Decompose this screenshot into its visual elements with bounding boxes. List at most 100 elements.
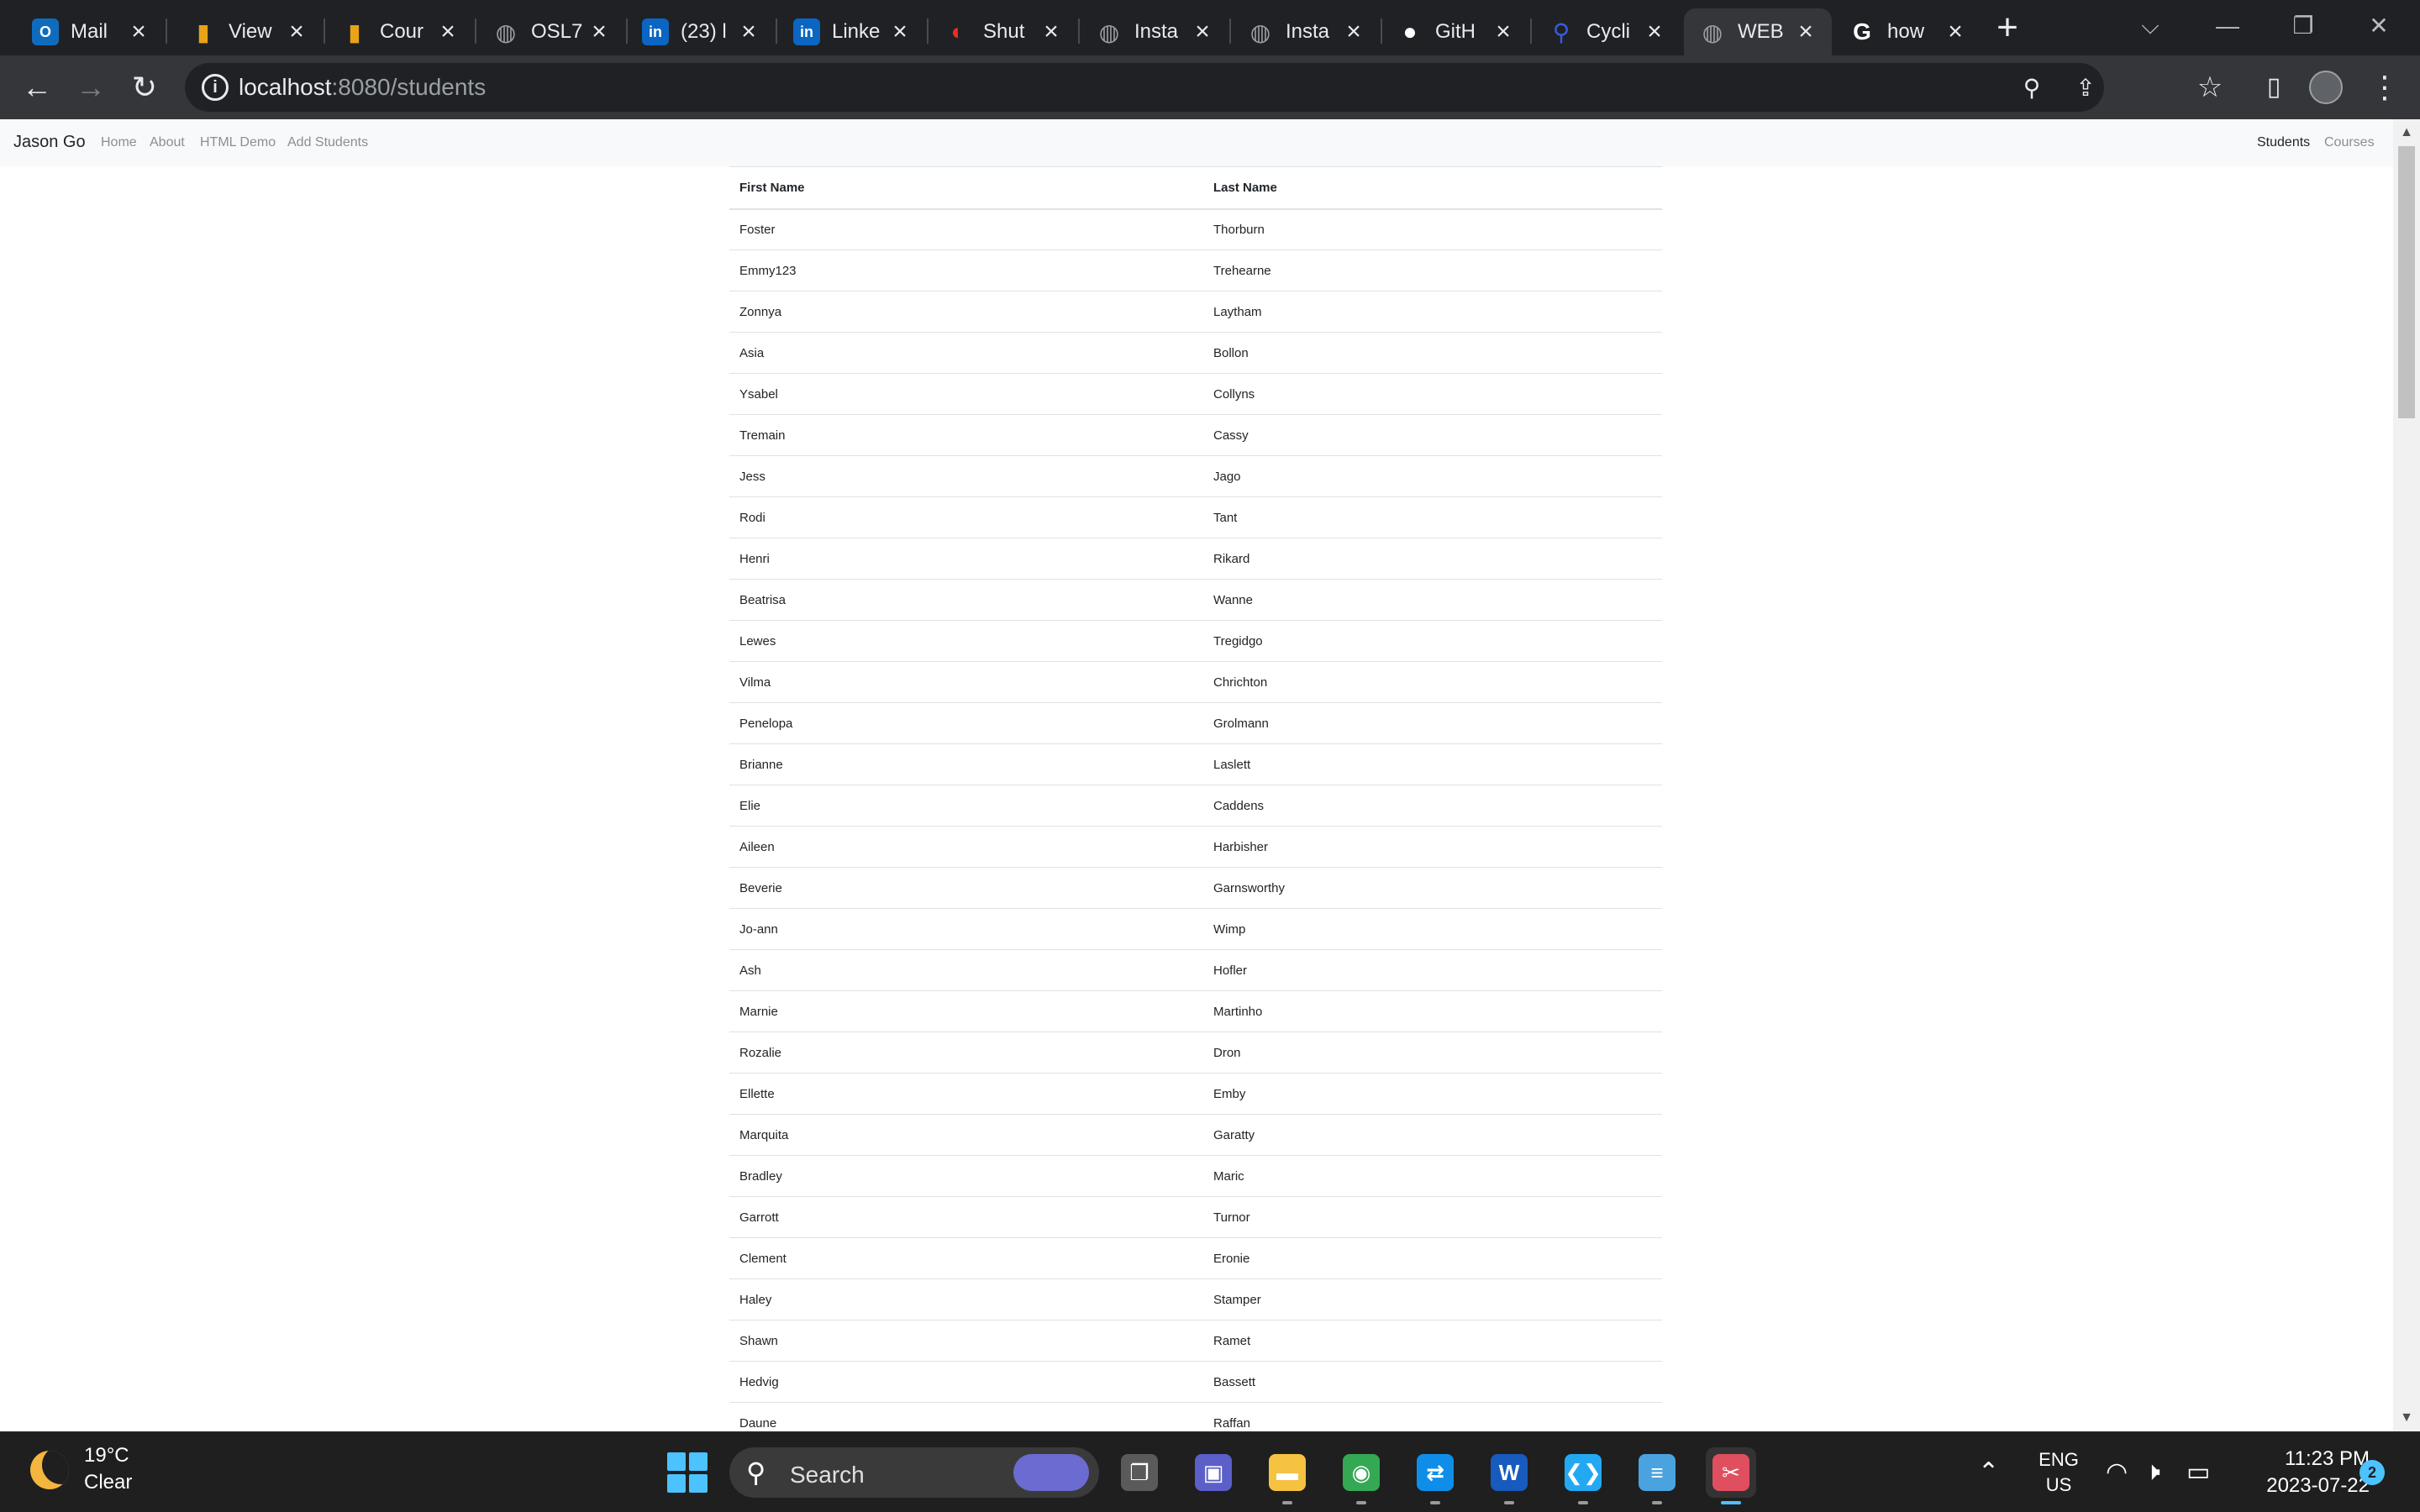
browser-tab[interactable]: in Linke × — [778, 8, 926, 55]
task-view-icon: ❐ — [1121, 1454, 1158, 1491]
table-row: Garrott Turnor — [729, 1196, 1662, 1238]
tab-separator — [166, 18, 167, 44]
address-bar[interactable]: i localhost:8080/students ⚲ ⇪ — [185, 63, 2104, 112]
clock-date: 2023-07-22 — [2266, 1474, 2370, 1497]
site-info-icon[interactable]: i — [202, 74, 229, 101]
chrome-taskbar-button[interactable]: ◉ — [1336, 1447, 1386, 1504]
close-tab-icon[interactable]: × — [284, 19, 309, 45]
url-text[interactable]: localhost:8080/students — [239, 74, 486, 101]
notification-count-badge[interactable]: 2 — [2360, 1460, 2385, 1485]
close-tab-icon[interactable]: × — [1943, 19, 1968, 45]
teams-chat-taskbar-button[interactable]: ▣ — [1188, 1447, 1239, 1498]
profile-avatar[interactable] — [2309, 71, 2343, 104]
zoom-icon[interactable]: ⚲ — [2018, 75, 2045, 102]
browser-tab[interactable]: O Mail × — [17, 8, 165, 55]
scroll-down-arrow-icon[interactable]: ▼ — [2393, 1406, 2420, 1430]
first-name-cell: Beverie — [729, 867, 1203, 909]
taskbar-clock[interactable]: 11:23 PM 2023-07-22 — [2227, 1446, 2370, 1499]
weather-condition[interactable]: Clear — [84, 1471, 132, 1494]
url-path: :8080/students — [331, 74, 487, 100]
last-name-cell: Garatty — [1203, 1114, 1662, 1156]
browser-tab[interactable]: Ghow × — [1833, 8, 1981, 55]
linkedin-icon: in — [642, 18, 669, 45]
browser-tab[interactable]: ◐ Shut × — [929, 8, 1077, 55]
close-tab-icon[interactable]: × — [736, 19, 761, 45]
first-name-cell: Jess — [729, 455, 1203, 497]
globe-icon: ◍ — [1098, 18, 1120, 45]
browser-tab[interactable]: ● GitH × — [1381, 8, 1529, 55]
reload-icon[interactable]: ↻ — [123, 66, 166, 109]
language-indicator[interactable]: ENG US — [2037, 1447, 2081, 1498]
close-tab-icon[interactable]: × — [587, 19, 612, 45]
close-tab-icon[interactable]: × — [1793, 19, 1818, 45]
snipping-tool-taskbar-button[interactable]: ✂ — [1706, 1447, 1756, 1504]
nav-link-about[interactable]: About — [150, 135, 185, 150]
browser-tab[interactable]: ⚲ Cycli × — [1533, 8, 1681, 55]
back-arrow-icon[interactable]: ← — [15, 66, 59, 109]
file-explorer-taskbar-button[interactable]: ▬ — [1262, 1447, 1313, 1504]
battery-icon[interactable]: ▭ — [2186, 1457, 2210, 1488]
tab-separator — [927, 18, 929, 44]
scroll-up-arrow-icon[interactable]: ▲ — [2393, 121, 2420, 144]
table-row: Asia Bollon — [729, 332, 1662, 374]
browser-tab[interactable]: ◍ WEB × — [1684, 8, 1832, 55]
notepad-taskbar-button[interactable]: ≡ — [1632, 1447, 1682, 1504]
close-tab-icon[interactable]: × — [126, 19, 151, 45]
word-taskbar-button[interactable]: W — [1484, 1447, 1534, 1504]
google-icon: G — [1853, 18, 1871, 45]
windows-start-icon[interactable] — [667, 1452, 708, 1493]
forward-arrow-icon[interactable]: → — [69, 66, 113, 109]
first-name-cell: Garrott — [729, 1196, 1203, 1238]
nav-link-html-demo[interactable]: HTML Demo — [200, 135, 276, 150]
close-window-button[interactable]: ✕ — [2341, 0, 2417, 52]
browser-tab[interactable]: in (23) l × — [627, 8, 775, 55]
minimize-window-button[interactable]: — — [2190, 0, 2265, 52]
close-tab-icon[interactable]: × — [1642, 19, 1667, 45]
browser-tab[interactable]: ◍ OSL7 × — [477, 8, 625, 55]
browser-tab[interactable]: ▮ View × — [175, 8, 323, 55]
tab-separator — [776, 18, 777, 44]
tab-separator — [1078, 18, 1080, 44]
tab-search-chevron-icon[interactable]: ⌵ — [2112, 0, 2188, 52]
running-indicator — [1282, 1501, 1292, 1504]
last-name-cell: Raffan — [1203, 1402, 1662, 1431]
close-tab-icon[interactable]: × — [1039, 19, 1064, 45]
nav-link-students[interactable]: Students — [2257, 135, 2310, 150]
bookmark-star-icon[interactable]: ☆ — [2188, 66, 2232, 109]
browser-tab[interactable]: ▮ Cour × — [326, 8, 474, 55]
last-name-cell: Thorburn — [1203, 208, 1662, 250]
navbar-brand[interactable]: Jason Go — [13, 133, 86, 152]
nav-link-add-students[interactable]: Add Students — [287, 135, 368, 150]
first-name-cell: Rodi — [729, 496, 1203, 538]
last-name-cell: Laytham — [1203, 291, 1662, 333]
taskbar-search-box[interactable]: ⚲ Search — [729, 1447, 1099, 1498]
close-tab-icon[interactable]: × — [887, 19, 913, 45]
nav-link-home[interactable]: Home — [101, 135, 137, 150]
weather-temperature[interactable]: 19°C — [84, 1444, 129, 1467]
vscode-taskbar-button[interactable]: ❮❯ — [1558, 1447, 1608, 1504]
browser-tab-title: Cycli — [1586, 20, 1630, 43]
browser-tab-title: Cour — [380, 20, 424, 43]
nav-link-courses[interactable]: Courses — [2324, 135, 2375, 150]
close-tab-icon[interactable]: × — [1491, 19, 1516, 45]
new-tab-button[interactable]: + — [1986, 8, 2028, 50]
share-icon[interactable]: ⇪ — [2072, 75, 2099, 102]
close-tab-icon[interactable]: × — [435, 19, 460, 45]
last-name-cell: Rikard — [1203, 538, 1662, 580]
teamviewer-taskbar-button[interactable]: ⇄ — [1410, 1447, 1460, 1504]
show-hidden-icons-chevron-icon[interactable]: ⌃ — [1978, 1457, 1999, 1488]
table-row: Henri Rikard — [729, 538, 1662, 580]
speaker-muted-icon[interactable]: 🕨 — [2144, 1457, 2160, 1488]
page-scrollbar[interactable]: ▲ ▼ — [2393, 119, 2420, 1431]
task-view-taskbar-button[interactable]: ❐ — [1114, 1447, 1165, 1498]
browser-tab[interactable]: ◍ Insta × — [1232, 8, 1380, 55]
browser-tab[interactable]: ◍ Insta × — [1081, 8, 1228, 55]
scrollbar-thumb[interactable] — [2398, 146, 2415, 418]
close-tab-icon[interactable]: × — [1341, 19, 1366, 45]
close-tab-icon[interactable]: × — [1190, 19, 1215, 45]
browser-menu-icon[interactable]: ⋮ — [2363, 66, 2407, 109]
moon-weather-icon[interactable] — [30, 1451, 69, 1489]
restore-window-button[interactable]: ❐ — [2265, 0, 2341, 52]
wifi-icon[interactable]: ◠ — [2106, 1457, 2128, 1488]
side-panel-icon[interactable]: ▯ — [2252, 66, 2296, 109]
